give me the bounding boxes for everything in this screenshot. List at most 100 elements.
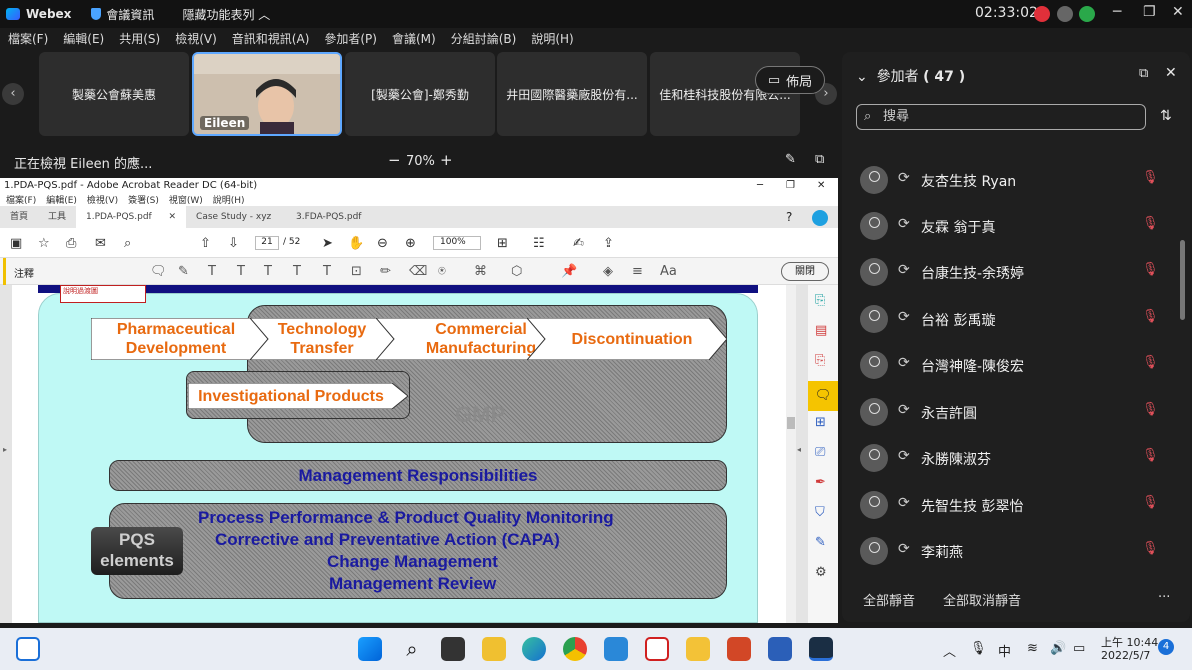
page-up-icon[interactable]: ⇧ [200,236,211,251]
highlight-icon[interactable]: ✎ [178,264,189,279]
word-icon[interactable] [768,637,792,661]
menu-share[interactable]: 共用(S) [119,30,160,52]
menu-breakout[interactable]: 分組討論(B) [451,30,517,52]
document-scrollbar[interactable] [786,285,796,623]
scroll-thumb[interactable] [787,417,795,429]
acrobat-close-button[interactable]: ✕ [817,178,825,193]
muted-mic-icon[interactable]: 🎙 [1142,495,1159,510]
notification-badge[interactable]: 4 [1158,639,1174,655]
layout-button[interactable]: ▭ 佈局 [755,66,825,94]
acrobat-menu-item[interactable]: 檢視(V) [87,193,118,206]
save-icon[interactable]: ▣ [10,236,22,251]
acrobat-maximize-button[interactable]: ❐ [786,178,795,193]
tab-case-study[interactable]: Case Study - xyz [186,206,286,228]
zoom-search-icon[interactable]: ⌕ [124,236,131,251]
muted-mic-icon[interactable]: 🎙 [1142,402,1159,417]
participant-row[interactable]: ⟳ 台灣神隆-陳俊宏 🎙 [842,351,1172,397]
stamp-icon[interactable]: ⍟ [438,264,446,279]
participant-row[interactable]: ⟳ 友杏生技 Ryan 🎙 [842,166,1172,212]
menu-participants[interactable]: 參加者(P) [324,30,377,52]
widgets-icon[interactable] [16,637,40,661]
page-down-icon[interactable]: ⇩ [228,236,239,251]
acrobat-menu-item[interactable]: 編輯(E) [46,193,77,206]
thumbnail-participant[interactable]: 製藥公會蘇美惠 [39,52,189,136]
maximize-button[interactable]: ❐ [1143,4,1156,20]
thumbnail-participant[interactable]: [製藥公會]-鄭秀勤 [345,52,495,136]
close-annotate-button[interactable]: 關閉 [781,262,829,281]
replace-text-icon[interactable]: T [264,264,272,279]
menu-view[interactable]: 檢視(V) [175,30,217,52]
webex-taskbar-icon[interactable] [809,637,833,661]
record-icon[interactable] [1034,6,1050,22]
hide-menu-button[interactable]: 隱藏功能表列 ︿ [182,6,270,23]
tab-tools[interactable]: 工具 [38,206,76,228]
input-method[interactable]: 中 [998,641,1011,660]
acrobat-menu-item[interactable]: 說明(H) [213,193,245,206]
powerpoint-icon[interactable] [727,637,751,661]
tab-pda-pqs[interactable]: 1.PDA-PQS.pdf ✕ [76,206,187,228]
acrobat-icon[interactable] [645,637,669,661]
right-panel-toggle-icon[interactable]: ◂ [797,445,801,454]
battery-icon[interactable]: ▭ [1073,641,1085,656]
participant-search-input[interactable]: ⌕ 搜尋 [856,104,1146,130]
muted-mic-icon[interactable]: 🎙 [1142,262,1159,277]
edit-pdf-icon[interactable]: ✎ [815,535,826,550]
pencil-icon[interactable]: ✏ [380,264,391,279]
page-number-input[interactable]: 21 [255,236,279,250]
text-note-icon[interactable]: T [293,264,301,279]
attach-icon[interactable]: ⌘ [474,264,487,279]
popout-panel-icon[interactable]: ⧉ [1139,66,1148,81]
annotate-icon[interactable]: ✎ [785,152,796,167]
fit-page-icon[interactable]: ⊞ [497,236,508,251]
menu-audio-video[interactable]: 音訊和視訊(A) [232,30,310,52]
underline-text-icon[interactable]: T [208,264,216,279]
zoom-select[interactable]: 100% [433,236,481,250]
create-pdf-icon[interactable]: ⎘ [815,293,825,308]
popout-icon[interactable]: ⧉ [815,152,824,167]
account-icon[interactable] [812,210,828,226]
hand-tool-icon[interactable]: ✋ [348,236,364,251]
sign-icon[interactable]: ✍ [573,236,584,251]
sort-icon[interactable]: ⇅ [1160,108,1172,124]
edge-icon[interactable] [522,637,546,661]
meeting-info-button[interactable]: 會議資訊 [91,6,154,23]
organize-pages-icon[interactable]: ▤ [815,323,827,338]
export-pdf-icon[interactable]: ⎘ [815,353,825,368]
key-icon[interactable] [1057,6,1073,22]
comment-tool-icon[interactable]: 🗨 [808,381,838,411]
mail-icon[interactable]: ✉ [95,236,106,251]
stickies-icon[interactable] [482,637,506,661]
more-options-button[interactable]: ... [1158,586,1170,601]
thumbnail-participant[interactable]: 佳和桂科技股份有限公... [650,52,800,136]
strikethrough-icon[interactable]: T [237,264,245,279]
muted-mic-icon[interactable]: 🎙 [1142,355,1159,370]
close-panel-icon[interactable]: ✕ [1165,65,1177,81]
scroll-mode-icon[interactable]: ☷ [533,236,545,251]
chevron-down-icon[interactable]: ⌄ [856,69,868,85]
wifi-icon[interactable]: ≋ [1027,641,1038,656]
tab-home[interactable]: 首頁 [0,206,38,228]
menu-file[interactable]: 檔案(F) [8,30,48,52]
tray-date[interactable]: 2022/5/7 [1101,649,1150,662]
thumbnail-active-speaker[interactable]: Eileen [192,52,342,136]
close-icon[interactable]: ✕ [168,206,176,228]
help-icon[interactable]: ? [786,210,792,224]
chevron-left-icon[interactable]: ‹ [2,83,24,105]
text-box-icon[interactable]: ⊡ [351,264,362,279]
select-cursor-icon[interactable]: ➤ [322,236,333,251]
muted-mic-icon[interactable]: 🎙 [1142,448,1159,463]
microphone-icon[interactable]: 🎙 [970,641,987,656]
zoom-out-icon[interactable]: ⊖ [377,236,388,251]
chrome-icon[interactable] [563,637,587,661]
thumbnail-participant[interactable]: 井田國際醫藥廠股份有... [497,52,647,136]
file-explorer-icon[interactable] [686,637,710,661]
start-icon[interactable] [358,637,382,661]
share-icon[interactable]: ⇪ [603,236,614,251]
chevron-up-icon[interactable]: ︿ [943,641,956,660]
more-tools-icon[interactable]: ⚙ [815,565,827,580]
zoom-out-button[interactable]: − [388,151,401,169]
star-icon[interactable]: ☆ [38,236,50,251]
shapes-icon[interactable]: ⬡ [511,264,522,279]
acrobat-menu-item[interactable]: 簽署(S) [128,193,159,206]
participants-scrollbar[interactable] [1180,240,1185,320]
